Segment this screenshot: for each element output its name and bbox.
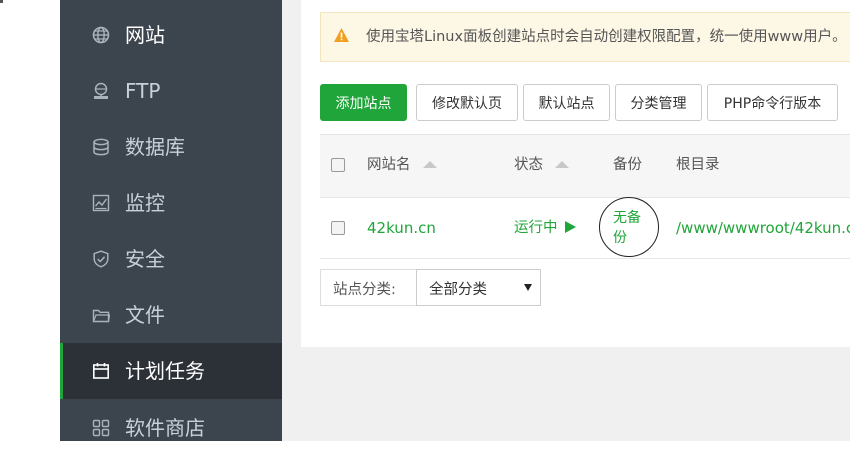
table-divider	[320, 258, 850, 259]
php-cli-version-button[interactable]: PHP命令行版本	[707, 84, 838, 121]
select-all-checkbox[interactable]	[331, 158, 345, 172]
sidebar-item-label: 文件	[125, 303, 165, 327]
category-select-value: 全部分类	[429, 282, 487, 298]
status-running[interactable]: 运行中	[514, 218, 558, 238]
column-header-root: 根目录	[676, 157, 720, 173]
sidebar-item-store[interactable]: 软件商店	[60, 400, 282, 456]
backup-link[interactable]: 无备份	[613, 208, 647, 248]
info-alert: 使用宝塔Linux面板创建站点时会自动创建权限配置，统一使用www用户。	[320, 12, 850, 62]
sidebar-item-website[interactable]: 网站	[60, 7, 282, 63]
chevron-down-icon	[524, 284, 532, 291]
sidebar-item-label: 安全	[125, 247, 165, 271]
sidebar-item-label: FTP	[125, 79, 161, 103]
sort-up-icon[interactable]	[423, 161, 437, 168]
sidebar-item-label: 软件商店	[125, 416, 205, 440]
table-divider	[320, 197, 850, 198]
category-filter: 站点分类: 全部分类	[320, 269, 541, 306]
site-name-link[interactable]: 42kun.cn	[367, 218, 436, 238]
folder-icon	[92, 306, 110, 324]
filter-label: 站点分类:	[333, 282, 396, 298]
ftp-icon	[92, 82, 110, 100]
column-header-backup: 备份	[613, 157, 642, 173]
sidebar-item-label: 计划任务	[125, 359, 205, 383]
sidebar-item-monitor[interactable]: 监控	[60, 175, 282, 231]
database-icon	[92, 138, 110, 156]
add-site-button[interactable]: 添加站点	[320, 84, 407, 121]
calendar-icon	[92, 362, 110, 380]
sidebar-item-security[interactable]: 安全	[60, 231, 282, 287]
play-icon[interactable]	[565, 221, 576, 233]
root-path-link[interactable]: /www/wwwroot/42kun.cn	[676, 218, 850, 238]
sidebar: 网站 FTP 数据库 监控 安全 文件 计划任务 软件商店	[60, 0, 285, 441]
corner-dot	[0, 0, 3, 3]
sidebar-item-cron[interactable]: 计划任务	[60, 343, 285, 399]
default-site-button[interactable]: 默认站点	[523, 84, 610, 121]
sidebar-item-label: 数据库	[125, 135, 185, 159]
alert-text: 使用宝塔Linux面板创建站点时会自动创建权限配置，统一使用www用户。	[366, 29, 847, 45]
sort-up-icon[interactable]	[555, 161, 569, 168]
sidebar-item-files[interactable]: 文件	[60, 287, 282, 343]
table-divider	[320, 134, 850, 135]
column-header-status[interactable]: 状态	[514, 156, 543, 174]
row-checkbox[interactable]	[331, 221, 345, 235]
category-manage-button[interactable]: 分类管理	[615, 84, 702, 121]
globe-icon	[92, 26, 110, 44]
shield-icon	[92, 250, 110, 268]
warning-icon	[333, 27, 350, 47]
sidebar-item-ftp[interactable]: FTP	[60, 63, 282, 119]
category-select[interactable]: 全部分类	[416, 269, 541, 306]
sidebar-item-label: 网站	[125, 23, 165, 47]
monitor-icon	[92, 194, 110, 212]
modify-default-page-button[interactable]: 修改默认页	[416, 84, 518, 121]
sidebar-item-label: 监控	[125, 191, 165, 215]
grid-icon	[92, 419, 110, 437]
sidebar-item-database[interactable]: 数据库	[60, 119, 282, 175]
column-header-name[interactable]: 网站名	[367, 156, 411, 174]
